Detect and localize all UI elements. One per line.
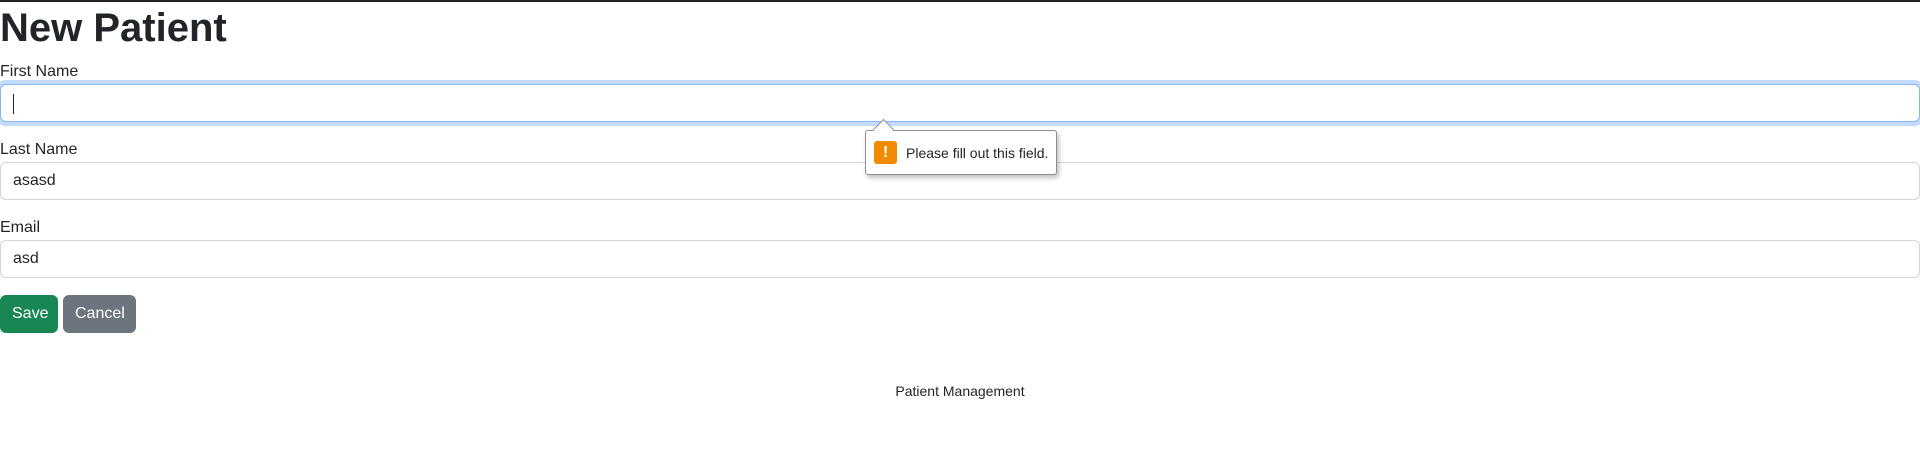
text-caret (13, 94, 14, 114)
page-title: New Patient (0, 6, 227, 50)
cancel-button[interactable]: Cancel (63, 295, 136, 333)
validation-tooltip: ! Please fill out this field. (865, 118, 1058, 175)
first-name-label: First Name (0, 63, 79, 80)
save-button[interactable]: Save (0, 295, 58, 333)
validation-message: Please fill out this field. (906, 144, 1049, 161)
first-name-input[interactable] (0, 84, 1920, 122)
email-label: Email (0, 219, 41, 236)
tooltip-arrow (872, 118, 895, 141)
footer-text: Patient Management (895, 383, 1025, 399)
warning-icon: ! (874, 141, 897, 164)
last-name-label: Last Name (0, 141, 78, 158)
email-input[interactable] (0, 240, 1920, 278)
